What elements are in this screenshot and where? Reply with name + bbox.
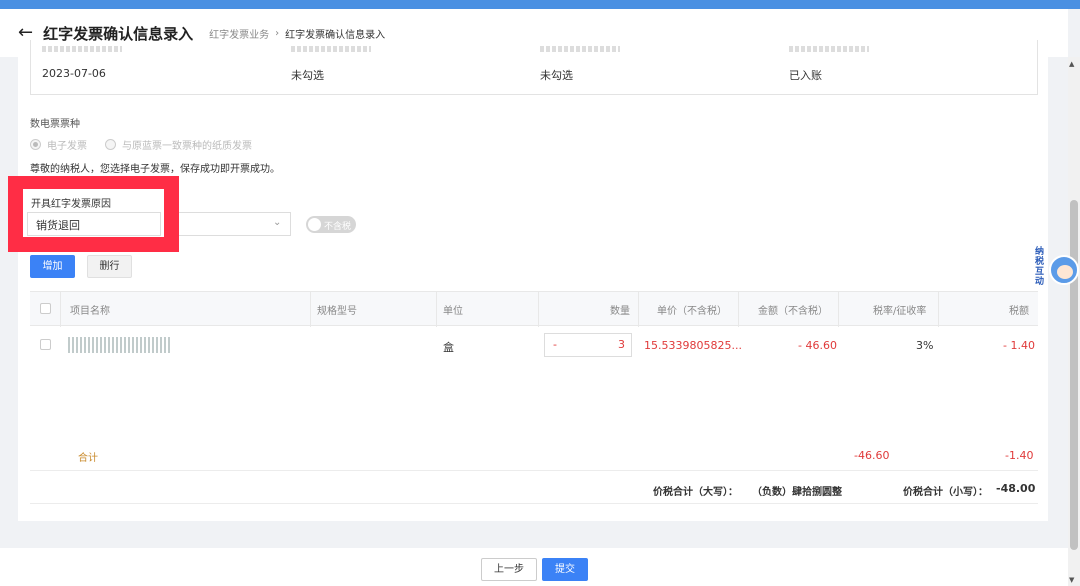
info-label-cut — [540, 46, 620, 52]
invoice-info-box — [30, 40, 1038, 95]
tax-included-toggle[interactable]: 不含税 — [306, 216, 356, 233]
row-tax-rate: 3% — [916, 339, 934, 352]
column-divider — [310, 292, 311, 327]
total-upper-label: 价税合计（大写）： — [653, 487, 738, 498]
radio-paper[interactable] — [105, 139, 116, 150]
row-unit: 盒 — [443, 341, 454, 354]
mascot-face — [1057, 265, 1073, 279]
th-spec: 规格型号 — [317, 306, 357, 317]
info-status-3: 已入账 — [789, 69, 822, 82]
reason-select[interactable]: 销货退回 — [27, 212, 161, 236]
add-row-button[interactable]: 增加 — [30, 255, 75, 278]
invoice-type-radios: 电子发票 与原蓝票一致票种的纸质发票 — [30, 137, 252, 152]
column-divider — [538, 292, 539, 327]
sum-amount: -46.60 — [854, 449, 890, 462]
th-item-name: 项目名称 — [70, 306, 110, 317]
th-qty: 数量 — [610, 306, 630, 317]
info-label-cut — [291, 46, 371, 52]
th-tax: 税额 — [1009, 306, 1029, 317]
divider — [30, 470, 1038, 471]
column-divider — [738, 292, 739, 327]
toggle-knob — [308, 218, 321, 231]
assistant-mascot[interactable]: 纳 税 互 动 — [1035, 243, 1080, 291]
submit-button[interactable]: 提交 — [542, 558, 588, 581]
column-divider — [638, 292, 639, 327]
row-unit-price: 15.5339805825... — [644, 339, 742, 352]
total-lower-label: 价税合计（小写）： — [903, 487, 988, 498]
quantity-value: 3 — [618, 338, 625, 351]
column-divider — [938, 292, 939, 327]
redacted-item-name — [68, 337, 172, 353]
column-divider — [436, 292, 437, 327]
row-checkbox[interactable] — [40, 339, 51, 350]
row-amount: - 46.60 — [798, 339, 837, 352]
total-upper-value: （负数）肆拾捌圆整 — [752, 487, 842, 498]
scroll-up-arrow-icon[interactable]: ▲ — [1069, 60, 1074, 68]
previous-step-button[interactable]: 上一步 — [481, 558, 537, 581]
column-divider — [60, 292, 61, 327]
radio-paper-label: 与原蓝票一致票种的纸质发票 — [122, 141, 252, 152]
chevron-down-icon[interactable]: ⌄ — [273, 217, 281, 228]
th-unit: 单位 — [443, 306, 463, 317]
radio-electronic-label: 电子发票 — [47, 141, 87, 152]
reason-select-extension[interactable] — [164, 212, 291, 236]
info-date: 2023-07-06 — [42, 67, 106, 80]
info-status-2: 未勾选 — [540, 69, 573, 82]
column-divider — [838, 292, 839, 327]
info-label-cut — [789, 46, 869, 52]
invoice-notice: 尊敬的纳税人，您选择电子发票，保存成功即开票成功。 — [30, 164, 280, 175]
total-lower-value: -48.00 — [996, 482, 1036, 495]
quantity-sign: - — [553, 338, 557, 351]
invoice-type-label: 数电票票种 — [30, 119, 80, 130]
info-label-cut — [42, 46, 122, 52]
th-price: 单价（不含税） — [657, 306, 727, 317]
form-card — [18, 57, 1048, 521]
info-status-1: 未勾选 — [291, 69, 324, 82]
radio-electronic[interactable] — [30, 139, 41, 150]
row-tax: - 1.40 — [1003, 339, 1035, 352]
toggle-label: 不含税 — [324, 222, 352, 232]
breadcrumb-item-current: 红字发票确认信息录入 — [285, 29, 386, 41]
sum-label: 合计 — [78, 453, 98, 464]
quantity-input[interactable]: - 3 — [544, 333, 632, 357]
breadcrumb-item-parent[interactable]: 红字发票业务 — [209, 26, 269, 41]
delete-row-button[interactable]: 删行 — [87, 255, 132, 278]
th-amount: 金额（不含税） — [758, 306, 828, 317]
scroll-down-arrow-icon[interactable]: ▼ — [1069, 576, 1074, 584]
top-accent-bar — [0, 0, 1080, 9]
reason-label: 开具红字发票原因 — [31, 199, 111, 210]
divider — [30, 503, 1038, 504]
select-all-checkbox[interactable] — [40, 303, 51, 314]
th-rate: 税率/征收率 — [873, 306, 927, 317]
sum-tax: -1.40 — [1005, 449, 1034, 462]
table-header: 项目名称 规格型号 单位 数量 单价（不含税） 金额（不含税） 税率/征收率 税… — [30, 291, 1038, 327]
mascot-text: 纳 税 互 动 — [1035, 247, 1045, 287]
chevron-right-icon: › — [275, 27, 280, 39]
